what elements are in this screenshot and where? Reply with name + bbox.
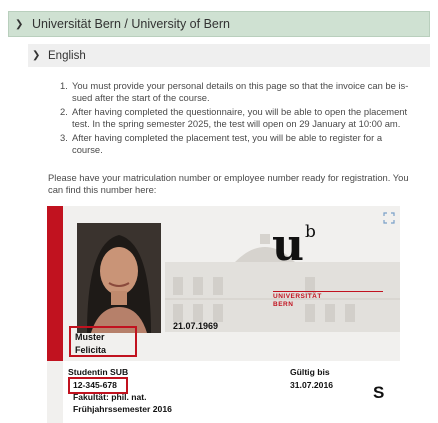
date-of-birth: 21.07.1969 [173, 321, 219, 331]
first-name: Felicita [75, 345, 107, 355]
matriculation-number: 12-345-678 [73, 380, 117, 390]
card-red-stripe [47, 206, 63, 361]
valid-until-label: Gültig bis [290, 367, 330, 377]
instruction-list: 1. You must provide your personal details… [48, 80, 412, 158]
expand-icon[interactable] [383, 212, 395, 224]
faculty: Fakultät: phil. nat. [73, 392, 147, 402]
chevron-down-icon: ❯ [15, 18, 24, 30]
last-name: Muster [75, 332, 105, 342]
semester: Frühjahrssemester 2016 [73, 404, 172, 414]
list-item: 2. After having completed the questionnai… [60, 106, 408, 129]
registration-note: Please have your matriculation number or… [48, 172, 409, 195]
university-logo-b: b [305, 222, 316, 242]
valid-until-date: 31.07.2016 [290, 380, 334, 390]
card-s-mark: S [373, 383, 385, 402]
accordion-subtitle: English [48, 49, 86, 62]
list-item: 1. You must provide your personal details… [60, 80, 409, 103]
chevron-down-icon: ❯ [32, 50, 41, 61]
accordion-header-university[interactable]: ❯ Universität Bern / University of Bern [8, 11, 430, 37]
university-logo-u: u [272, 220, 304, 271]
university-name-logo: UNIVERSITÄT BERN [273, 293, 322, 308]
list-item: 3. After having completed the placement t… [60, 132, 383, 155]
student-id-card-image: u b UNIVERSITÄT BERN 21.07.1969 Muster F… [47, 206, 400, 423]
accordion-title: Universität Bern / University of Bern [32, 17, 230, 31]
student-role: Studentin SUB [68, 367, 129, 377]
logo-divider [273, 291, 383, 292]
accordion-header-english[interactable]: ❯ English [28, 44, 430, 67]
portrait-photo [77, 223, 161, 333]
